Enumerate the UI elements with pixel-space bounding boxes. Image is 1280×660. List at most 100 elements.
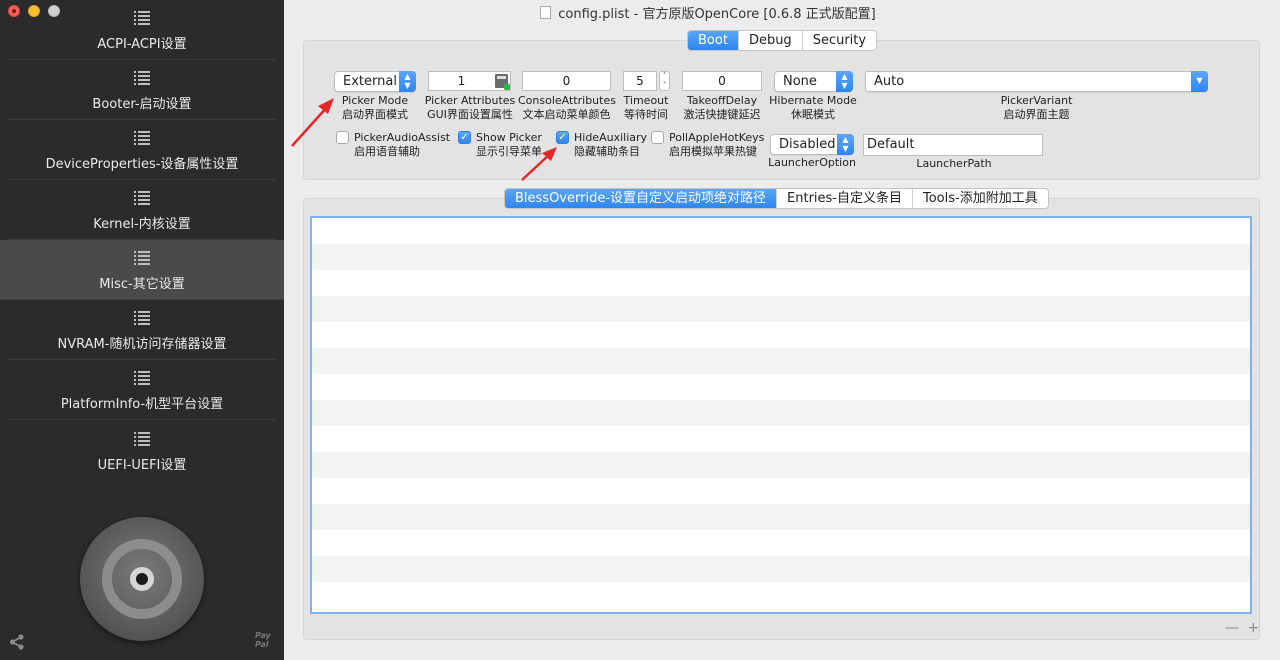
caption-en: Timeout — [623, 94, 669, 107]
sidebar-item-nvram[interactable]: NVRAM-随机访问存储器设置 — [8, 300, 276, 360]
hibernate-mode-select[interactable]: None ▲ ▼ — [774, 71, 853, 92]
chevron-updown-icon: ▲ ▼ — [399, 71, 416, 92]
share-icon[interactable] — [8, 633, 26, 651]
caption-zh: 启动界面主题 — [1003, 108, 1070, 121]
table-row[interactable] — [312, 426, 1250, 452]
checkbox-label-en: HideAuxiliary — [574, 131, 648, 144]
caption-en: PickerVariant — [1000, 94, 1073, 107]
caption-zh: 激活快捷键延迟 — [683, 108, 761, 121]
picker-attributes-field[interactable]: 1 — [428, 71, 511, 91]
picker-attributes-value: 1 — [457, 74, 466, 88]
picker-variant-caption: PickerVariant 启动界面主题 — [944, 94, 1129, 122]
table-row[interactable] — [312, 244, 1250, 270]
caption-zh: 文本启动菜单颜色 — [522, 108, 611, 121]
sidebar-item-label: ACPI-ACPI设置 — [97, 37, 187, 52]
table-row[interactable] — [312, 296, 1250, 322]
picker-mode-value: External — [343, 74, 397, 89]
annotation-arrow — [521, 147, 557, 181]
list-icon — [134, 311, 150, 325]
blessoverride-table[interactable] — [310, 216, 1252, 614]
table-row[interactable] — [312, 452, 1250, 478]
table-row[interactable] — [312, 504, 1250, 530]
takeoff-delay-value: 0 — [718, 74, 726, 88]
sidebar-item-uefi[interactable]: UEFI-UEFI设置 — [8, 420, 276, 480]
tab-debug[interactable]: Debug — [737, 31, 802, 50]
title-bar: config.plist - 官方原版OpenCore [0.6.8 正式版配置… — [284, 0, 1280, 24]
table-row[interactable] — [312, 270, 1250, 296]
launcher-path-value: Default — [867, 137, 915, 152]
table-row[interactable] — [312, 218, 1250, 244]
caption-zh: 休眠模式 — [791, 108, 835, 121]
tab-security[interactable]: Security — [801, 31, 876, 50]
table-row[interactable] — [312, 478, 1250, 504]
checkbox-label-zh: 启用模拟苹果热键 — [669, 145, 757, 158]
table-row[interactable] — [312, 322, 1250, 348]
caption-en: Hibernate Mode — [769, 94, 857, 107]
sidebar-item-label: DeviceProperties-设备属性设置 — [45, 157, 239, 172]
picker-variant-select[interactable]: Auto ▼ — [865, 71, 1208, 92]
tab-blessoverride[interactable]: BlessOverride-设置自定义启动项绝对路径 — [505, 189, 777, 208]
table-row[interactable] — [312, 556, 1250, 582]
picker-mode-caption: Picker Mode 启动界面模式 — [334, 94, 416, 122]
calculator-icon[interactable] — [495, 74, 510, 90]
checkmark-icon[interactable]: ✓ — [458, 131, 471, 144]
table-row[interactable] — [312, 374, 1250, 400]
chevron-down-icon: ▼ — [1191, 71, 1208, 92]
caption-en: TakeoffDelay — [686, 94, 758, 107]
sidebar-item-label: Kernel-内核设置 — [93, 217, 191, 232]
sidebar-item-acpi[interactable]: ACPI-ACPI设置 — [8, 0, 276, 60]
sidebar-item-label: PlatformInfo-机型平台设置 — [60, 397, 224, 412]
sidebar-item-platforminfo[interactable]: PlatformInfo-机型平台设置 — [8, 360, 276, 420]
document-icon — [540, 5, 552, 19]
sidebar-item-deviceproperties[interactable]: DeviceProperties-设备属性设置 — [8, 120, 276, 180]
list-icon — [134, 432, 150, 446]
console-attributes-caption: ConsoleAttributes 文本启动菜单颜色 — [518, 94, 616, 122]
timeout-stepper[interactable]: ˄ ˅ — [659, 71, 670, 91]
takeoff-delay-field[interactable]: 0 — [682, 71, 762, 91]
table-row[interactable] — [312, 530, 1250, 556]
hibernate-mode-value: None — [783, 74, 817, 89]
table-row[interactable] — [312, 582, 1250, 608]
sidebar-item-label: Booter-启动设置 — [92, 97, 192, 112]
timeout-field[interactable]: 5 — [623, 71, 657, 91]
caption-en: Picker Attributes — [424, 94, 516, 107]
hide-auxiliary-checkbox[interactable]: ✓ HideAuxiliary 隐藏辅助条目 — [556, 131, 647, 159]
timeout-value: 5 — [636, 74, 644, 88]
table-row[interactable] — [312, 400, 1250, 426]
add-remove-buttons[interactable]: — + — [1225, 620, 1261, 636]
hibernate-mode-caption: Hibernate Mode 休眠模式 — [768, 94, 858, 122]
chevron-updown-icon: ▲ ▼ — [836, 71, 853, 92]
caption-en: ConsoleAttributes — [518, 94, 616, 107]
launcher-option-value: Disabled — [779, 137, 836, 152]
tab-tools[interactable]: Tools-添加附加工具 — [912, 189, 1048, 208]
checkmark-icon[interactable]: ✓ — [556, 131, 569, 144]
caption-en: Picker Mode — [341, 94, 409, 107]
table-row[interactable] — [312, 348, 1250, 374]
launcher-option-select[interactable]: Disabled ▲ ▼ — [770, 134, 854, 155]
picker-mode-select[interactable]: External ▲ ▼ — [334, 71, 416, 92]
checkbox-label-zh: 隐藏辅助条目 — [574, 145, 640, 158]
caption-zh: 等待时间 — [624, 108, 668, 121]
console-attributes-value: 0 — [562, 74, 571, 88]
checkbox-label-en: PollAppleHotKeys — [669, 131, 765, 144]
paypal-logo[interactable]: Pay Pal — [255, 631, 275, 649]
list-icon — [134, 131, 150, 145]
tab-entries[interactable]: Entries-自定义条目 — [776, 189, 912, 208]
disk-logo — [80, 517, 204, 641]
picker-audio-assist-checkbox[interactable]: PickerAudioAssist 启用语音辅助 — [336, 131, 450, 159]
sidebar-item-misc[interactable]: Misc-其它设置 — [0, 240, 284, 300]
launcher-path-field[interactable]: Default — [863, 134, 1043, 156]
timeout-caption: Timeout 等待时间 — [620, 94, 672, 122]
sidebar-item-booter[interactable]: Booter-启动设置 — [8, 60, 276, 120]
sidebar-item-label: NVRAM-随机访问存储器设置 — [57, 337, 227, 352]
tab-boot[interactable]: Boot — [688, 31, 738, 50]
list-icon — [134, 191, 150, 205]
sidebar-item-kernel[interactable]: Kernel-内核设置 — [8, 180, 276, 240]
console-attributes-field[interactable]: 0 — [522, 71, 611, 91]
list-icon — [134, 71, 150, 85]
launcher-path-caption: LauncherPath — [916, 157, 992, 170]
caption-zh: 启动界面模式 — [342, 108, 408, 121]
checkbox-box[interactable] — [651, 131, 664, 144]
poll-apple-hotkeys-checkbox[interactable]: PollAppleHotKeys 启用模拟苹果热键 — [651, 131, 764, 159]
sidebar-item-label: Misc-其它设置 — [99, 277, 185, 292]
